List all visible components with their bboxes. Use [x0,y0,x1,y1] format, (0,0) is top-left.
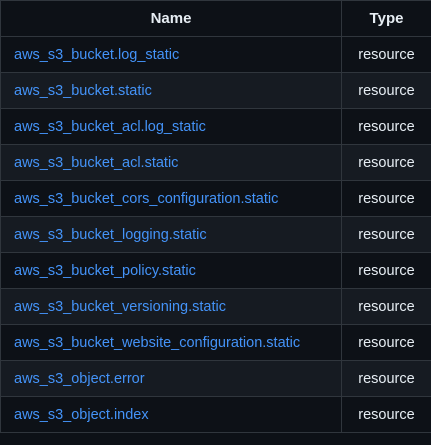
resource-link[interactable]: aws_s3_bucket_cors_configuration.static [14,191,278,207]
resources-table: Name Type aws_s3_bucket.log_static resou… [0,0,431,433]
resource-type-cell: resource [341,396,431,433]
resource-link[interactable]: aws_s3_bucket_website_configuration.stat… [14,335,300,351]
resource-name-cell: aws_s3_object.index [0,396,342,433]
column-header-name[interactable]: Name [0,0,342,37]
table-row: aws_s3_object.index resource [0,396,431,433]
column-header-type[interactable]: Type [341,0,431,37]
table-row: aws_s3_bucket.log_static resource [0,36,431,73]
resource-name-cell: aws_s3_bucket_acl.log_static [0,108,342,145]
resource-type-cell: resource [341,144,431,181]
table-row: aws_s3_bucket_versioning.static resource [0,288,431,325]
resource-name-cell: aws_s3_object.error [0,360,342,397]
resource-type-cell: resource [341,288,431,325]
resource-name-cell: aws_s3_bucket_policy.static [0,252,342,289]
resource-type-cell: resource [341,324,431,361]
table-row: aws_s3_bucket_acl.log_static resource [0,108,431,145]
resource-name-cell: aws_s3_bucket_versioning.static [0,288,342,325]
table-header-row: Name Type [0,0,431,37]
resource-link[interactable]: aws_s3_bucket_policy.static [14,263,196,279]
resource-type-cell: resource [341,108,431,145]
resource-type-cell: resource [341,360,431,397]
resource-link[interactable]: aws_s3_bucket_acl.log_static [14,119,206,135]
table-row: aws_s3_bucket_cors_configuration.static … [0,180,431,217]
resource-link[interactable]: aws_s3_object.index [14,407,149,423]
resource-name-cell: aws_s3_bucket_cors_configuration.static [0,180,342,217]
resource-type-cell: resource [341,72,431,109]
resource-name-cell: aws_s3_bucket_logging.static [0,216,342,253]
resource-type-cell: resource [341,252,431,289]
resource-link[interactable]: aws_s3_bucket.static [14,83,152,99]
resource-link[interactable]: aws_s3_bucket_versioning.static [14,299,226,315]
resource-link[interactable]: aws_s3_bucket_acl.static [14,155,178,171]
resource-type-cell: resource [341,36,431,73]
resource-name-cell: aws_s3_bucket_acl.static [0,144,342,181]
table-row: aws_s3_object.error resource [0,360,431,397]
resource-name-cell: aws_s3_bucket_website_configuration.stat… [0,324,342,361]
resource-link[interactable]: aws_s3_bucket.log_static [14,47,179,63]
resource-type-cell: resource [341,180,431,217]
resource-link[interactable]: aws_s3_object.error [14,371,145,387]
resource-link[interactable]: aws_s3_bucket_logging.static [14,227,207,243]
resource-name-cell: aws_s3_bucket.static [0,72,342,109]
table-row: aws_s3_bucket.static resource [0,72,431,109]
table-row: aws_s3_bucket_acl.static resource [0,144,431,181]
resource-type-cell: resource [341,216,431,253]
resource-name-cell: aws_s3_bucket.log_static [0,36,342,73]
table-row: aws_s3_bucket_website_configuration.stat… [0,324,431,361]
table-row: aws_s3_bucket_policy.static resource [0,252,431,289]
table-row: aws_s3_bucket_logging.static resource [0,216,431,253]
